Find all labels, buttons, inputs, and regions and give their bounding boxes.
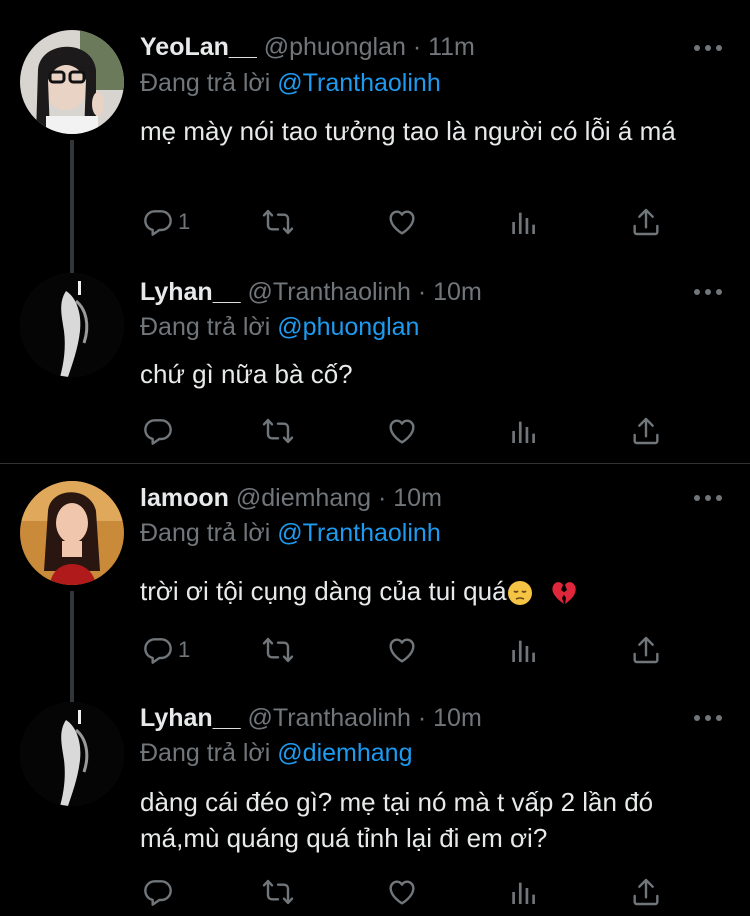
display-name[interactable]: lamoon <box>140 484 229 512</box>
timestamp[interactable]: · 10m <box>418 278 482 306</box>
retweet-icon <box>262 206 294 238</box>
tweet-text: trời ơi tội cụng dàng của tui quá <box>140 573 730 609</box>
display-name[interactable]: YeoLan__ <box>140 33 257 61</box>
share-button[interactable] <box>630 632 662 668</box>
mention-link[interactable]: @Tranthaolinh <box>277 69 440 97</box>
tweet-text: dàng cái đéo gì? mẹ tại nó mà t vấp 2 lầ… <box>140 787 654 853</box>
reply-icon <box>142 415 174 447</box>
analytics-button[interactable] <box>508 413 540 449</box>
thread-line <box>70 140 74 270</box>
display-name[interactable]: Lyhan__ <box>140 704 241 732</box>
tweet[interactable]: lamoon @diemhang · 10m Đang trả lời @Tra… <box>0 464 750 699</box>
avatar[interactable] <box>20 702 124 806</box>
reply-button[interactable]: 1 <box>142 632 190 668</box>
like-icon <box>386 634 418 666</box>
tweet-text-content: trời ơi tội cụng dàng của tui quá <box>140 576 507 606</box>
timestamp[interactable]: · 10m <box>378 484 442 512</box>
reply-button[interactable] <box>142 874 178 910</box>
more-icon[interactable] <box>692 492 724 504</box>
analytics-icon <box>508 206 540 238</box>
mention-link[interactable]: @diemhang <box>277 739 412 767</box>
more-icon[interactable] <box>692 712 724 724</box>
analytics-icon <box>508 876 540 908</box>
reply-context: Đang trả lời @diemhang <box>140 739 412 768</box>
reply-prefix: Đang trả lời <box>140 69 271 97</box>
handle[interactable]: @phuonglan <box>264 33 406 61</box>
action-bar: 1 <box>140 204 730 240</box>
tweet[interactable]: Lyhan__ @Tranthaolinh · 10m Đang trả lời… <box>0 694 750 916</box>
share-icon <box>630 415 662 447</box>
like-button[interactable] <box>386 413 418 449</box>
action-bar <box>140 874 730 910</box>
timestamp[interactable]: · 10m <box>418 704 482 732</box>
reply-count: 1 <box>178 209 191 234</box>
share-button[interactable] <box>630 204 662 240</box>
retweet-button[interactable] <box>262 632 294 668</box>
reply-icon <box>142 206 174 238</box>
tweet[interactable]: YeoLan__ @phuonglan · 11m Đang trả lời @… <box>0 0 750 270</box>
share-icon <box>630 206 662 238</box>
retweet-icon <box>262 415 294 447</box>
handle[interactable]: @Tranthaolinh <box>247 704 410 732</box>
like-button[interactable] <box>386 204 418 240</box>
tweet-text: chứ gì nữa bà cố? <box>140 359 353 389</box>
mention-link[interactable]: @Tranthaolinh <box>277 519 440 547</box>
more-icon[interactable] <box>692 42 724 54</box>
like-icon <box>386 415 418 447</box>
reply-prefix: Đang trả lời <box>140 739 271 767</box>
reply-context: Đang trả lời @Tranthaolinh <box>140 69 441 98</box>
avatar[interactable] <box>20 481 124 585</box>
timestamp[interactable]: · 11m <box>413 33 475 61</box>
retweet-icon <box>262 876 294 908</box>
pensive-face-icon <box>507 581 532 606</box>
analytics-icon <box>508 415 540 447</box>
analytics-button[interactable] <box>508 874 540 910</box>
share-icon <box>630 876 662 908</box>
reply-prefix: Đang trả lời <box>140 519 271 547</box>
like-icon <box>386 206 418 238</box>
like-button[interactable] <box>386 874 418 910</box>
reply-button[interactable]: 1 <box>142 204 190 240</box>
share-button[interactable] <box>630 874 662 910</box>
like-button[interactable] <box>386 632 418 668</box>
reply-count: 1 <box>178 637 191 662</box>
retweet-icon <box>262 634 294 666</box>
handle[interactable]: @diemhang <box>236 484 371 512</box>
tweet[interactable]: Lyhan__ @Tranthaolinh · 10m Đang trả lời… <box>0 265 750 463</box>
handle[interactable]: @Tranthaolinh <box>247 278 410 306</box>
reply-button[interactable] <box>142 413 178 449</box>
tweet-header: YeoLan__ @phuonglan · 11m <box>140 33 475 62</box>
tweet-text: mẹ mày nói tao tưởng tao là người có lỗi… <box>140 116 676 146</box>
display-name[interactable]: Lyhan__ <box>140 278 241 306</box>
avatar[interactable] <box>20 30 124 134</box>
like-icon <box>386 876 418 908</box>
reply-context: Đang trả lời @Tranthaolinh <box>140 519 441 548</box>
analytics-icon <box>508 634 540 666</box>
avatar[interactable] <box>20 273 124 377</box>
reply-prefix: Đang trả lời <box>140 313 271 341</box>
reply-icon <box>142 634 174 666</box>
thread-line <box>70 265 74 273</box>
retweet-button[interactable] <box>262 204 294 240</box>
share-button[interactable] <box>630 413 662 449</box>
action-bar <box>140 413 730 449</box>
reply-icon <box>142 876 174 908</box>
analytics-button[interactable] <box>508 632 540 668</box>
retweet-button[interactable] <box>262 413 294 449</box>
reply-context: Đang trả lời @phuonglan <box>140 313 419 342</box>
tweet-header: lamoon @diemhang · 10m <box>140 484 442 513</box>
mention-link[interactable]: @phuonglan <box>277 313 419 341</box>
analytics-button[interactable] <box>508 204 540 240</box>
share-icon <box>630 634 662 666</box>
thread-line <box>70 591 74 699</box>
retweet-button[interactable] <box>262 874 294 910</box>
broken-heart-icon <box>552 582 576 605</box>
action-bar: 1 <box>140 632 730 668</box>
thread-line <box>70 694 74 702</box>
more-icon[interactable] <box>692 286 724 298</box>
tweet-header: Lyhan__ @Tranthaolinh · 10m <box>140 704 482 733</box>
tweet-header: Lyhan__ @Tranthaolinh · 10m <box>140 278 482 307</box>
